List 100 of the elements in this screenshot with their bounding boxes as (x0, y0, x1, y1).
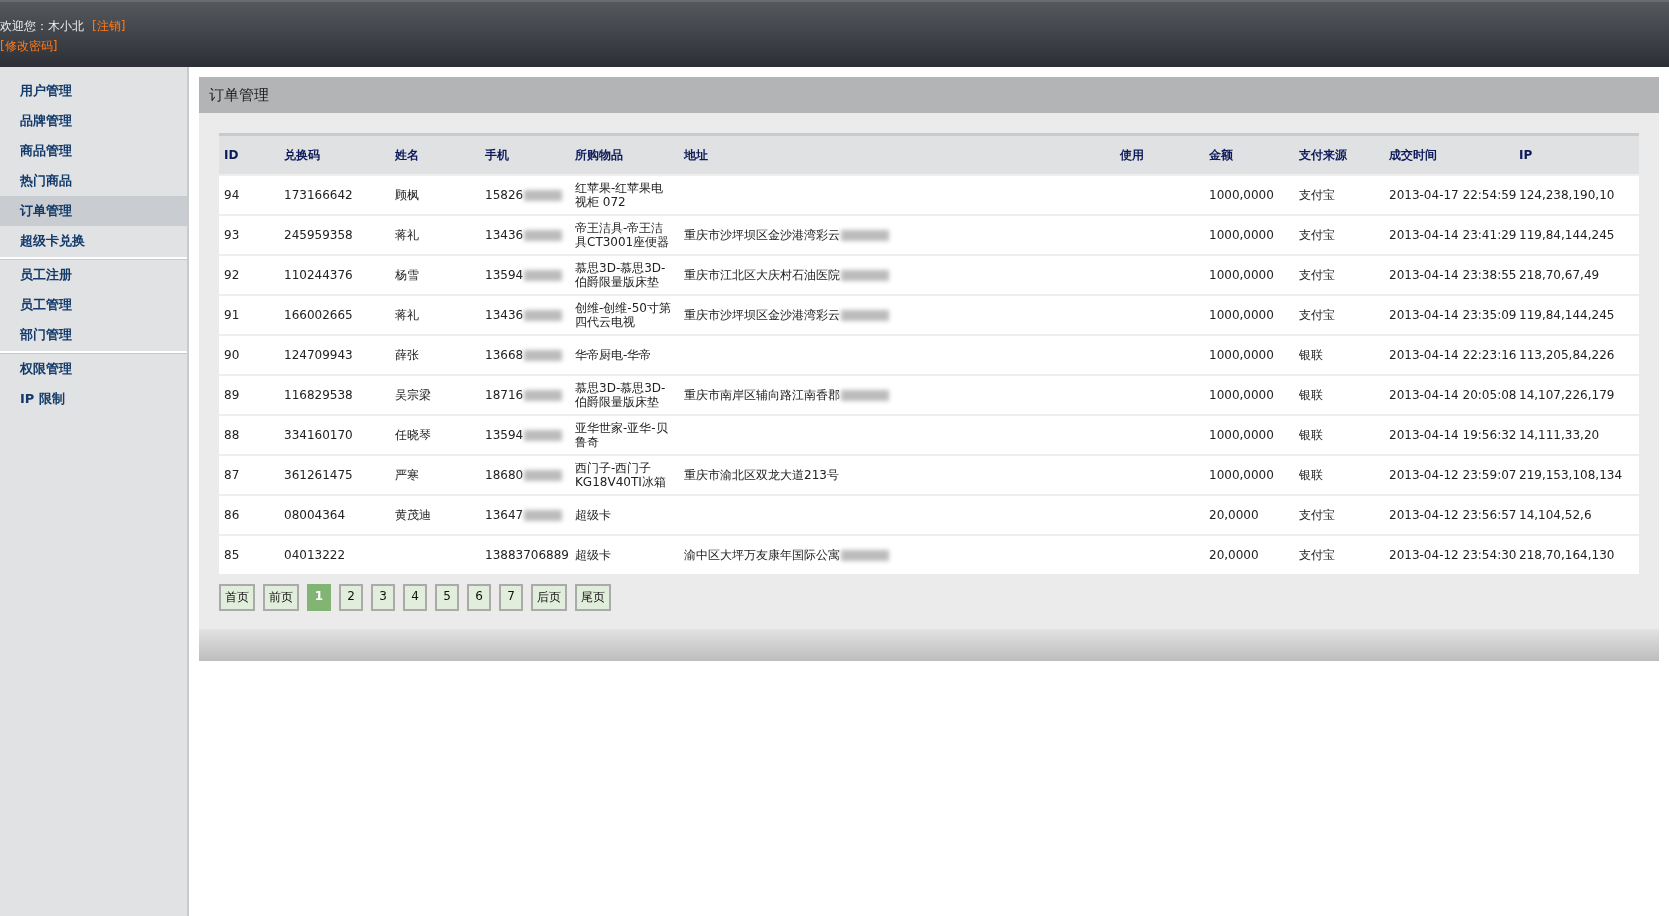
table-cell: 蒋礼 (395, 308, 419, 322)
column-header: 支付来源 (1294, 134, 1384, 175)
sidebar-item[interactable]: 订单管理 (0, 196, 187, 226)
column-header: 成交时间 (1384, 134, 1514, 175)
column-header: 地址 (679, 134, 1115, 175)
page-button[interactable]: 首页 (219, 584, 255, 611)
table-cell: 2013-04-12 23:54:30 (1389, 548, 1517, 562)
table-cell: 支付宝 (1299, 308, 1335, 322)
table-cell: 245959358 (284, 228, 353, 242)
table-cell: 1000,0000 (1209, 388, 1274, 402)
welcome-text: 欢迎您：木小北 (0, 19, 84, 33)
sidebar-item[interactable]: 品牌管理 (0, 106, 187, 136)
table-cell: 重庆市沙坪坝区金沙港湾彩云 (684, 228, 840, 242)
table-cell: 1000,0000 (1209, 268, 1274, 282)
table-cell: 86 (224, 508, 240, 522)
sidebar-item[interactable]: 员工注册 (0, 260, 187, 290)
page-button[interactable]: 后页 (531, 584, 567, 611)
table-cell: 2013-04-14 23:38:55 (1389, 268, 1517, 282)
column-header: 姓名 (390, 134, 480, 175)
table-cell: 重庆市沙坪坝区金沙港湾彩云 (684, 308, 840, 322)
table-cell: 13436 (485, 308, 524, 322)
sidebar-item[interactable]: 用户管理 (0, 76, 187, 106)
table-cell: 2013-04-17 22:54:59 (1389, 188, 1517, 202)
table-cell: 银联 (1299, 348, 1323, 362)
page-button[interactable]: 2 (339, 584, 363, 611)
table-cell: 124,238,190,10 (1519, 188, 1615, 202)
page-button[interactable]: 6 (467, 584, 491, 611)
sidebar-item[interactable]: 权限管理 (0, 354, 187, 384)
panel-title: 订单管理 (199, 77, 1659, 113)
column-header: 金额 (1204, 134, 1294, 175)
table-cell: 1000,0000 (1209, 468, 1274, 482)
page-button[interactable]: 4 (403, 584, 427, 611)
table-cell: 119,84,144,245 (1519, 228, 1615, 242)
table-cell: 黄茂迪 (395, 508, 431, 522)
table-cell: 2013-04-14 22:23:16 (1389, 348, 1517, 362)
table-cell: 173166642 (284, 188, 353, 202)
table-cell: 亚华世家-亚华-贝鲁奇 (575, 421, 668, 449)
table-cell: 13594 (485, 428, 524, 442)
table-cell: 重庆市南岸区辅向路江南香郡 (684, 388, 840, 402)
table-cell: 218,70,164,130 (1519, 548, 1615, 562)
table-cell: 1000,0000 (1209, 348, 1274, 362)
table-cell: 红苹果-红苹果电视柜 072 (575, 181, 664, 209)
table-cell: 88 (224, 428, 240, 442)
table-cell: 334160170 (284, 428, 353, 442)
page-button[interactable]: 3 (371, 584, 395, 611)
column-header: 使用 (1115, 134, 1204, 175)
table-cell: 1000,0000 (1209, 428, 1274, 442)
table-cell: 20,0000 (1209, 548, 1259, 562)
column-header: IP (1514, 134, 1639, 175)
sidebar-item[interactable]: 超级卡兑换 (0, 226, 187, 256)
table-cell: 银联 (1299, 468, 1323, 482)
table-cell: 薛张 (395, 348, 419, 362)
table-cell: 超级卡 (575, 548, 611, 562)
sidebar-item[interactable]: 热门商品 (0, 166, 187, 196)
table-cell: 15826 (485, 188, 524, 202)
table-cell: 93 (224, 228, 240, 242)
table-cell: 13647 (485, 508, 524, 522)
sidebar-item[interactable]: 商品管理 (0, 136, 187, 166)
table-cell: 85 (224, 548, 240, 562)
table-cell: 18716 (485, 388, 524, 402)
table-cell: 92 (224, 268, 240, 282)
change-password-link[interactable]: [修改密码] (0, 39, 58, 53)
table-cell: 91 (224, 308, 240, 322)
table-cell: 杨雪 (395, 268, 419, 282)
table-cell: 重庆市渝北区双龙大道213号 (684, 468, 839, 482)
table-cell: 西门子-西门子KG18V40TI冰箱 (575, 461, 666, 489)
table-cell: 13883706889 (485, 548, 569, 562)
table-cell: 110244376 (284, 268, 353, 282)
table-cell: 14,104,52,6 (1519, 508, 1592, 522)
column-header: 手机 (480, 134, 570, 175)
table-cell: 219,153,108,134 (1519, 468, 1623, 482)
page-button[interactable]: 前页 (263, 584, 299, 611)
table-cell: 2013-04-14 19:56:32 (1389, 428, 1517, 442)
table-cell: 14,111,33,20 (1519, 428, 1600, 442)
table-cell: 支付宝 (1299, 268, 1335, 282)
table-cell: 创维-创维-50寸第四代云电视 (575, 301, 671, 329)
table-cell: 华帝厨电-华帝 (575, 348, 652, 362)
table-cell: 帝王洁具-帝王洁具CT3001座便器 (575, 221, 670, 249)
table-cell: 361261475 (284, 468, 353, 482)
page-button[interactable]: 5 (435, 584, 459, 611)
sidebar-item[interactable]: 员工管理 (0, 290, 187, 320)
table-cell: 87 (224, 468, 240, 482)
sidebar-item[interactable]: 部门管理 (0, 320, 187, 350)
table-cell: 吴宗梁 (395, 388, 431, 402)
table-cell: 支付宝 (1299, 228, 1335, 242)
table-cell: 1000,0000 (1209, 308, 1274, 322)
table-cell: 166002665 (284, 308, 353, 322)
sidebar-item[interactable]: IP 限制 (0, 384, 187, 414)
table-cell: 04013222 (284, 548, 346, 562)
page-button[interactable]: 尾页 (575, 584, 611, 611)
table-cell: 124709943 (284, 348, 353, 362)
page-button[interactable]: 7 (499, 584, 523, 611)
table-cell: 2013-04-12 23:56:57 (1389, 508, 1517, 522)
table-cell: 任晓琴 (395, 428, 431, 442)
table-cell: 119,84,144,245 (1519, 308, 1615, 322)
table-cell: 13436 (485, 228, 524, 242)
column-header: ID (219, 134, 279, 175)
table-cell: 20,0000 (1209, 508, 1259, 522)
table-cell: 2013-04-14 23:41:29 (1389, 228, 1517, 242)
table-cell: 支付宝 (1299, 508, 1335, 522)
